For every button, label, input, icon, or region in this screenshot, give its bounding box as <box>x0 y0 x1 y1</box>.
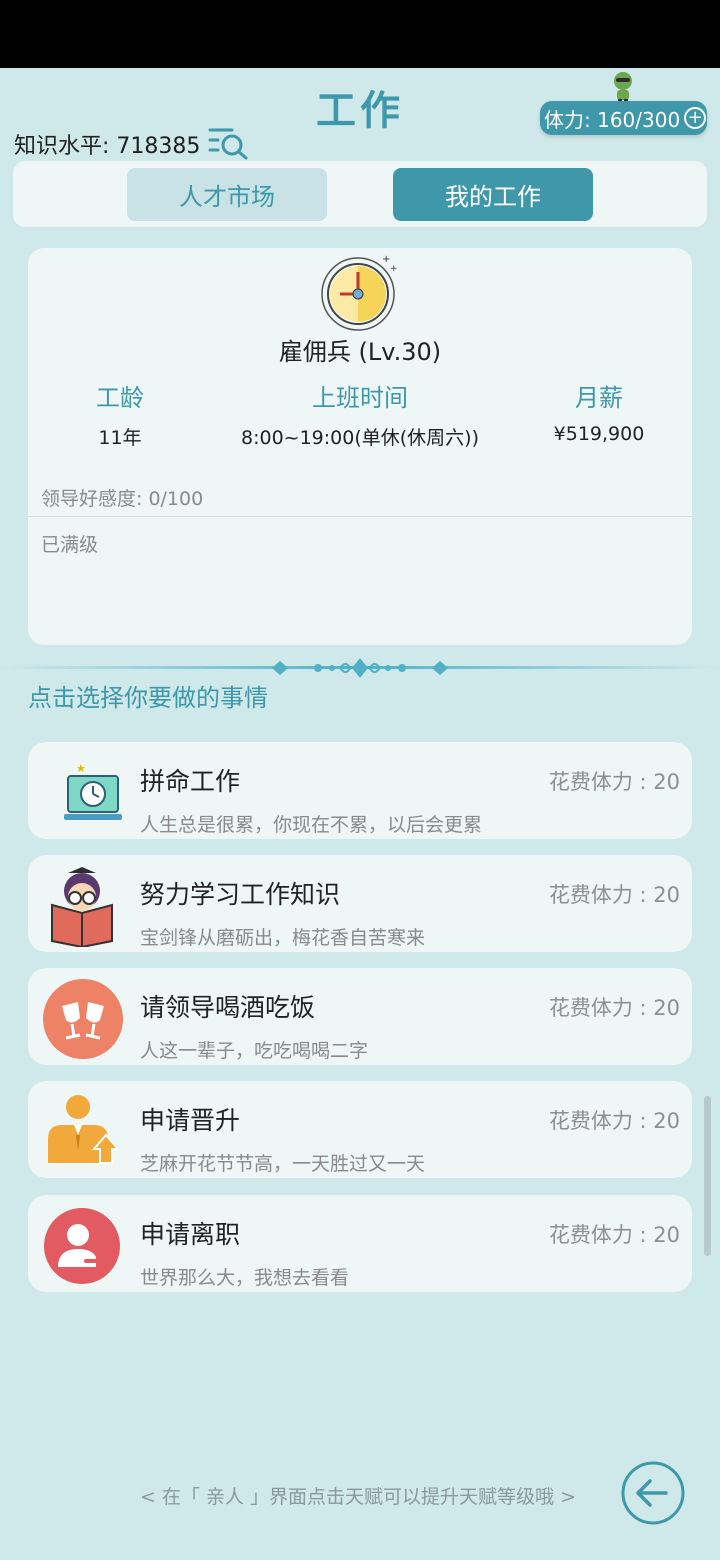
stat-years-value: 11年 <box>98 427 142 449</box>
study-book-icon <box>51 867 113 947</box>
clock-icon: + + <box>321 254 398 331</box>
stat-years-label: 工龄 <box>96 384 144 412</box>
action-resign[interactable]: 申请离职 花费体力 : 20 世界那么大，我想去看看 <box>28 1195 692 1292</box>
knowledge-label: 知识水平: 718385 <box>14 134 201 159</box>
scrollbar[interactable] <box>704 1096 711 1256</box>
add-stamina-icon[interactable]: + <box>684 107 707 129</box>
stamina-badge[interactable]: 体力: 160/300 + <box>540 101 707 135</box>
svg-text:+: + <box>390 264 398 274</box>
tab-talent-market[interactable]: 人才市场 <box>127 168 327 221</box>
stat-hours-label: 上班时间 <box>312 384 408 412</box>
stat-salary-value: ¥519,900 <box>553 423 645 445</box>
card-divider <box>28 516 692 517</box>
action-name: 申请离职 <box>140 1220 241 1249</box>
status-bar <box>0 0 720 68</box>
toast-glasses-icon <box>43 979 123 1059</box>
boss-favor: 领导好感度: 0/100 <box>41 488 204 510</box>
list-search-icon[interactable] <box>208 126 252 162</box>
stat-salary-label: 月薪 <box>575 384 623 412</box>
stat-hours: 上班时间 8:00~19:00(单休(休周六)) <box>218 378 502 450</box>
action-study[interactable]: 努力学习工作知识 花费体力 : 20 宝剑锋从磨砺出，梅花香自苦寒来 <box>28 855 692 952</box>
level-status: 已满级 <box>41 534 99 556</box>
night-work-icon: ★ <box>53 762 122 820</box>
promotion-icon <box>48 1095 121 1164</box>
avatar-icon[interactable] <box>608 70 638 104</box>
stat-salary: 月薪 ¥519,900 <box>534 378 664 445</box>
back-arrow-icon[interactable] <box>620 1460 686 1526</box>
action-work-hard[interactable]: ★ 拼命工作 花费体力 : 20 人生总是很累，你现在不累，以后会更累 <box>28 742 692 839</box>
action-name: 拼命工作 <box>140 767 241 796</box>
knowledge-level: 知识水平: 718385 <box>14 126 252 162</box>
job-title: 雇佣兵 (Lv.30) <box>278 338 442 366</box>
action-name: 努力学习工作知识 <box>140 880 341 909</box>
tab-my-work[interactable]: 我的工作 <box>393 168 593 221</box>
action-treat-boss[interactable]: 请领导喝酒吃饭 花费体力 : 20 人这一辈子，吃吃喝喝二字 <box>28 968 692 1065</box>
resign-icon <box>44 1208 120 1284</box>
action-cost: 花费体力 : 20 <box>548 1109 680 1133</box>
action-cost: 花费体力 : 20 <box>548 1223 680 1247</box>
action-desc: 人生总是很累，你现在不累，以后会更累 <box>140 814 483 836</box>
job-card: + + 雇佣兵 (Lv.30) 工龄 11年 上班时间 8:00~19:00(单… <box>28 248 692 645</box>
action-desc: 人这一辈子，吃吃喝喝二字 <box>140 1040 369 1062</box>
action-cost: 花费体力 : 20 <box>548 996 680 1020</box>
action-cost: 花费体力 : 20 <box>548 770 680 794</box>
stamina-label: 体力: 160/300 <box>544 107 681 132</box>
svg-text:★: ★ <box>76 762 86 775</box>
action-desc: 宝剑锋从磨砺出，梅花香自苦寒来 <box>140 927 426 949</box>
action-cost: 花费体力 : 20 <box>548 883 680 907</box>
action-desc: 世界那么大，我想去看看 <box>140 1267 350 1289</box>
action-name: 申请晋升 <box>140 1106 241 1135</box>
action-name: 请领导喝酒吃饭 <box>140 993 316 1022</box>
tab-bar: 人才市场 我的工作 <box>13 161 707 227</box>
action-promotion[interactable]: 申请晋升 花费体力 : 20 芝麻开花节节高，一天胜过又一天 <box>28 1081 692 1178</box>
stat-years: 工龄 11年 <box>68 378 172 450</box>
footer-tip: < 在「 亲人 」界面点击天赋可以提升天赋等级哦 > <box>140 1486 576 1508</box>
stat-hours-value: 8:00~19:00(单休(休周六)) <box>241 427 479 449</box>
action-desc: 芝麻开花节节高，一天胜过又一天 <box>140 1153 426 1175</box>
section-title: 点击选择你要做的事情 <box>28 684 268 712</box>
